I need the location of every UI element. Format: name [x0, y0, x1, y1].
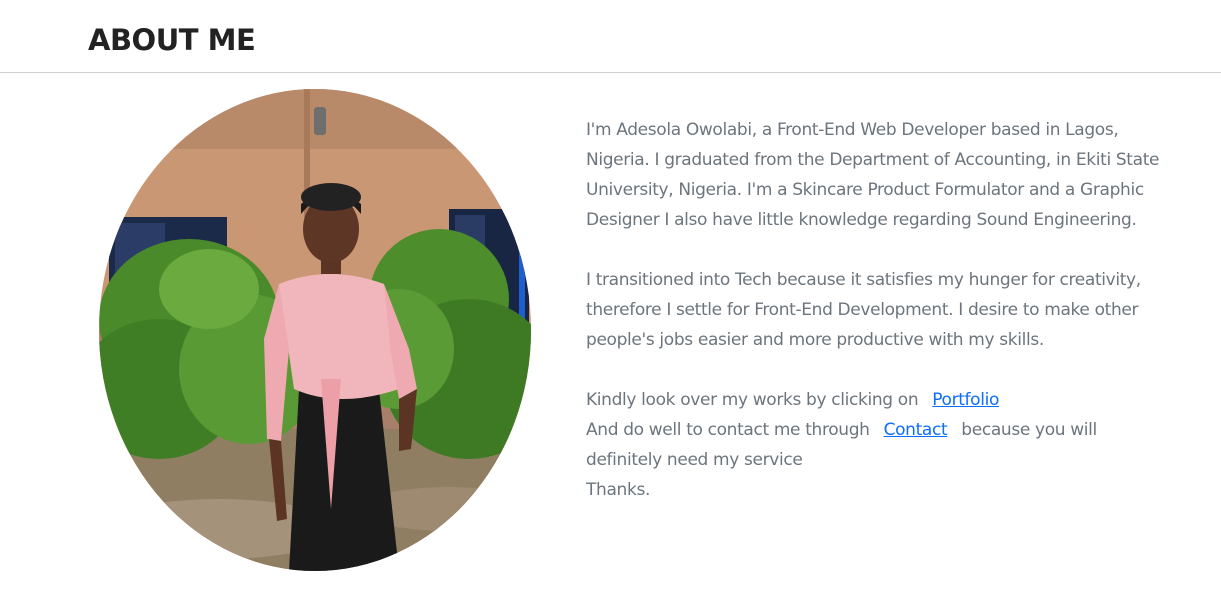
bio-paragraph-intro: I'm Adesola Owolabi, a Front-End Web Dev…: [586, 120, 1160, 230]
contact-line: And do well to contact me through Contact…: [586, 415, 1166, 475]
wall-lamp-icon: [314, 107, 326, 135]
profile-photo-illustration: [99, 89, 531, 571]
bio-section: I'm Adesola Owolabi, a Front-End Web Dev…: [586, 115, 1166, 505]
contact-prefix: And do well to contact me through: [586, 420, 870, 440]
profile-photo: [99, 89, 531, 571]
contact-link[interactable]: Contact: [884, 420, 948, 440]
page-header: ABOUT ME: [0, 0, 1221, 73]
portfolio-link[interactable]: Portfolio: [932, 390, 999, 410]
works-line: Kindly look over my works by clicking on…: [586, 385, 1166, 415]
bio-paragraph-transition: I transitioned into Tech because it sati…: [586, 270, 1141, 350]
thanks-text: Thanks.: [586, 480, 651, 500]
works-prefix: Kindly look over my works by clicking on: [586, 390, 919, 410]
page-title: ABOUT ME: [88, 23, 256, 57]
